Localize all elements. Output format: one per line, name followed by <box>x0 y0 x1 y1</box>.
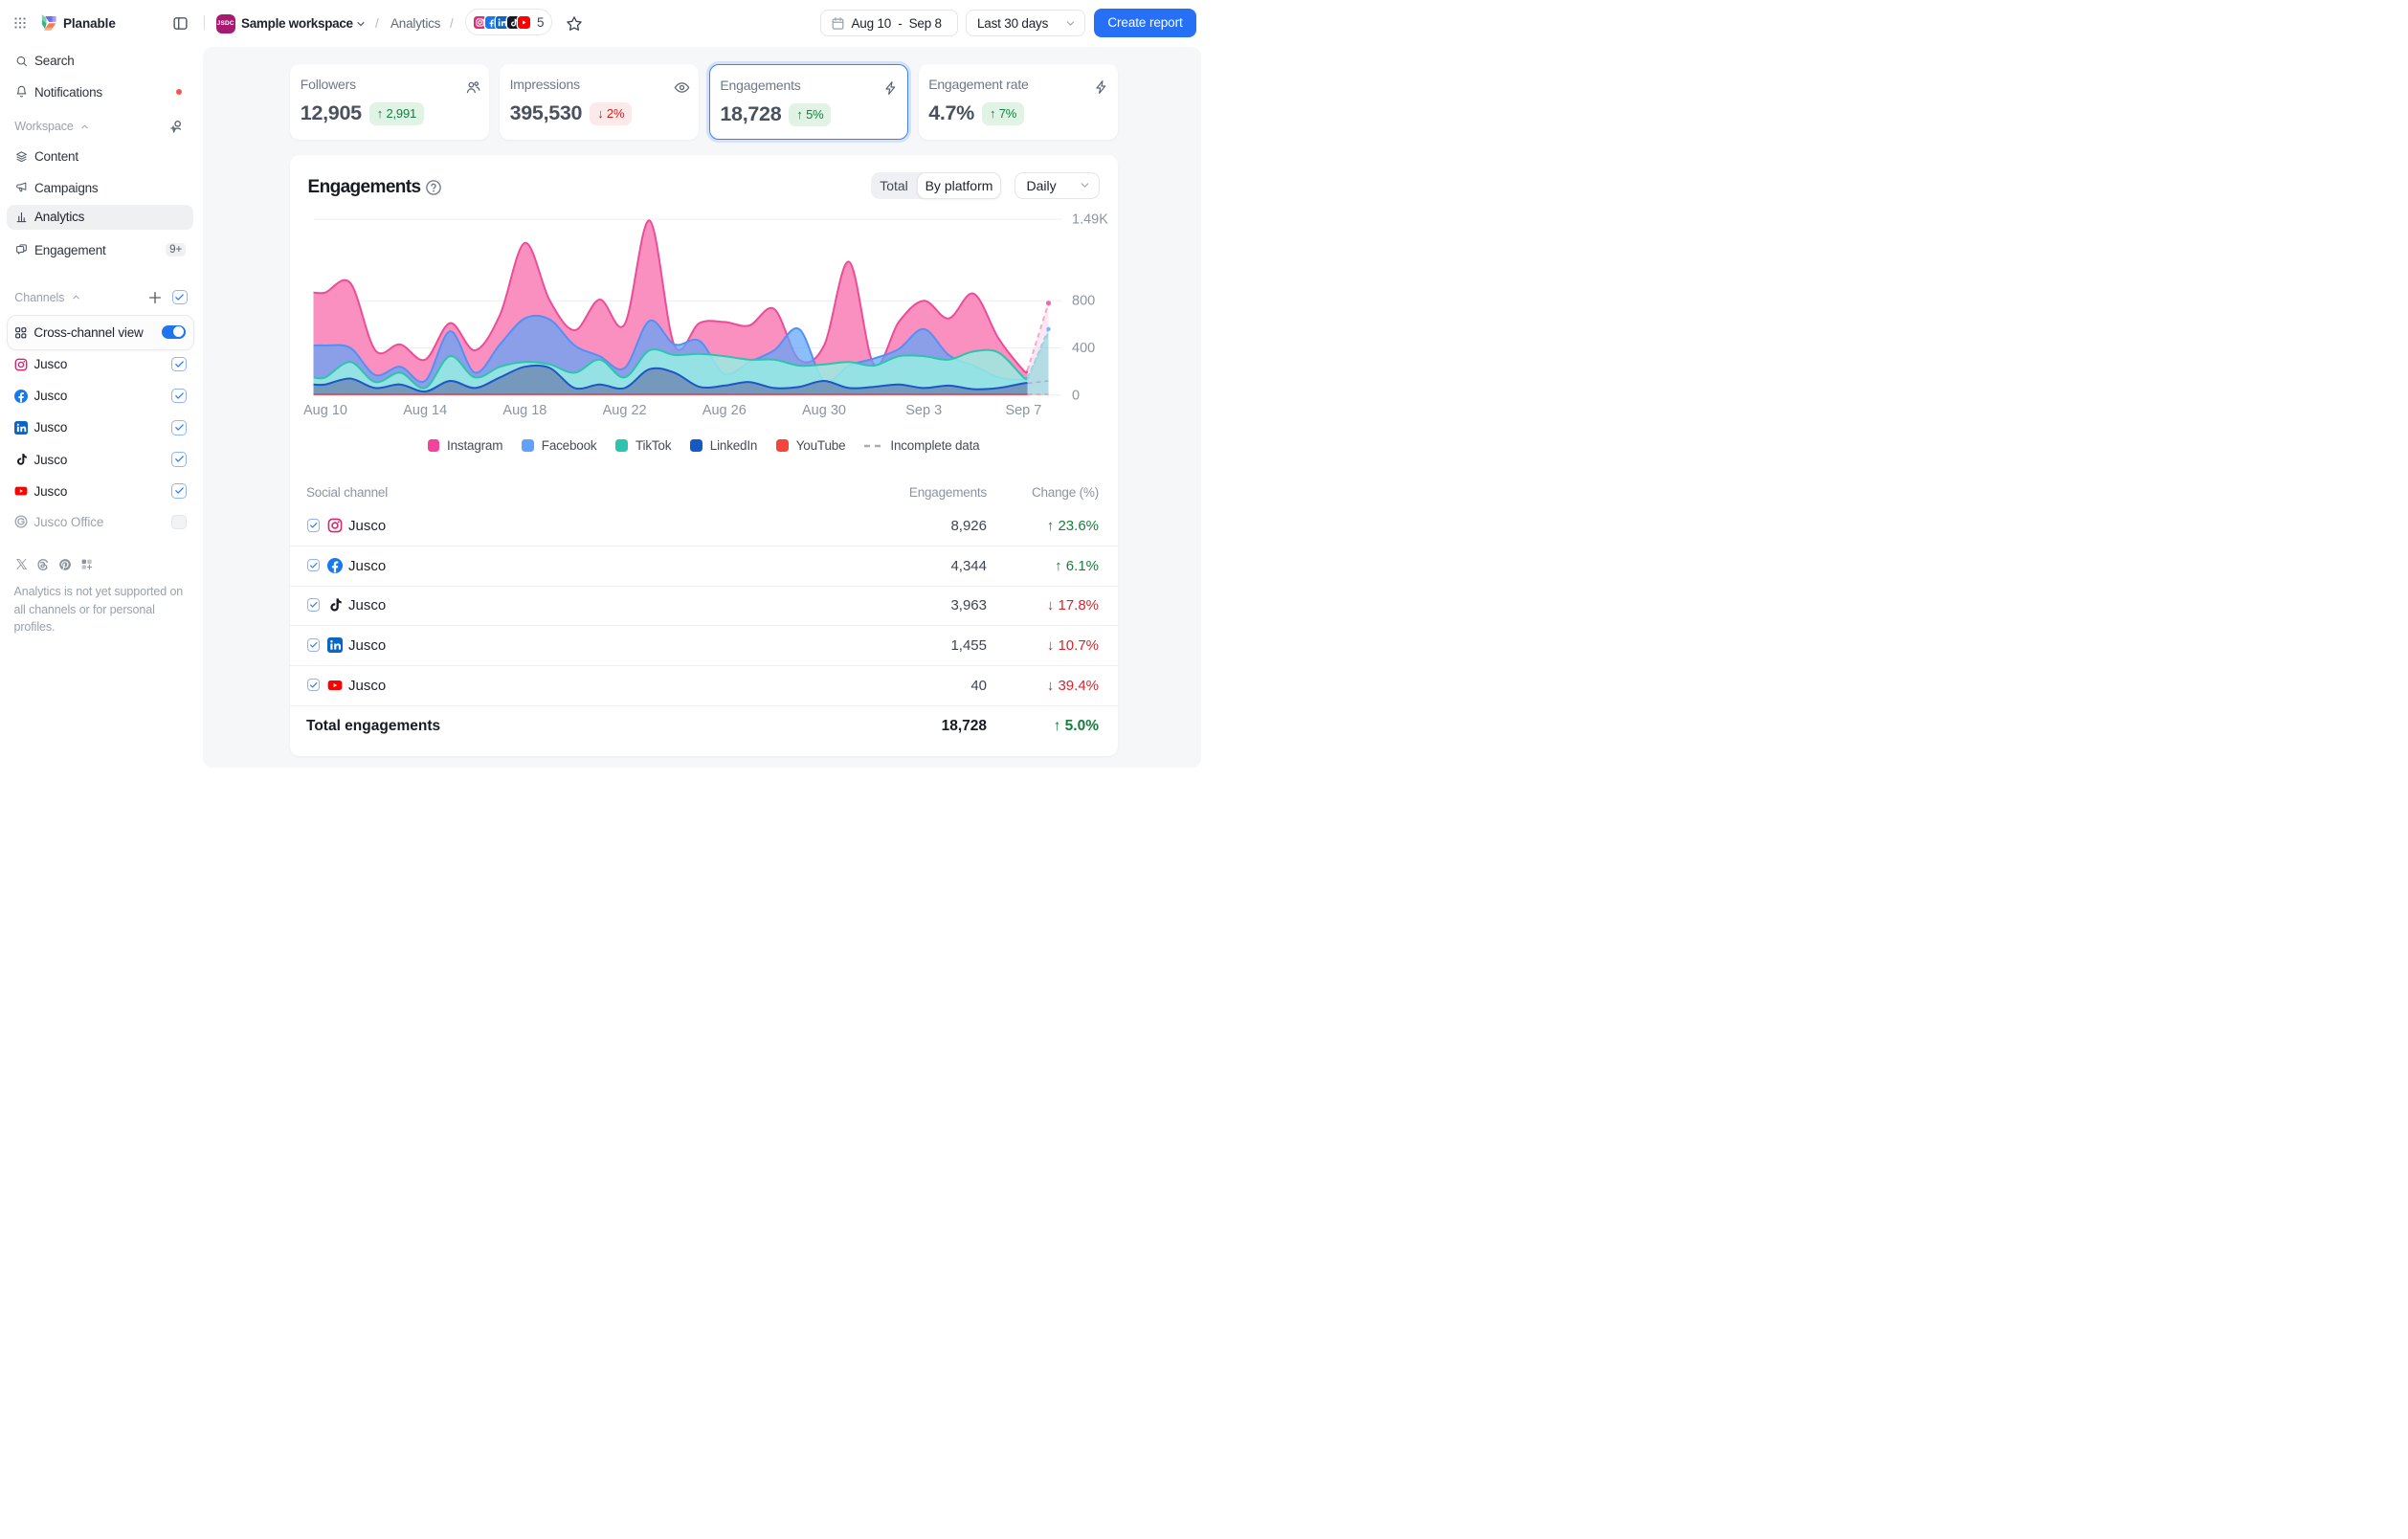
svg-text:1.49K: 1.49K <box>1072 212 1108 228</box>
svg-text:Sep 3: Sep 3 <box>905 403 942 418</box>
svg-text:Aug 22: Aug 22 <box>603 403 647 418</box>
svg-text:800: 800 <box>1072 294 1095 309</box>
svg-text:Aug 14: Aug 14 <box>403 403 447 418</box>
svg-text:400: 400 <box>1072 341 1095 356</box>
svg-text:Aug 26: Aug 26 <box>702 403 747 418</box>
svg-text:Aug 30: Aug 30 <box>802 403 846 418</box>
svg-text:Aug 18: Aug 18 <box>502 403 546 418</box>
svg-text:Aug 10: Aug 10 <box>303 403 347 418</box>
svg-text:Sep 7: Sep 7 <box>1005 403 1041 418</box>
svg-text:0: 0 <box>1072 388 1080 403</box>
